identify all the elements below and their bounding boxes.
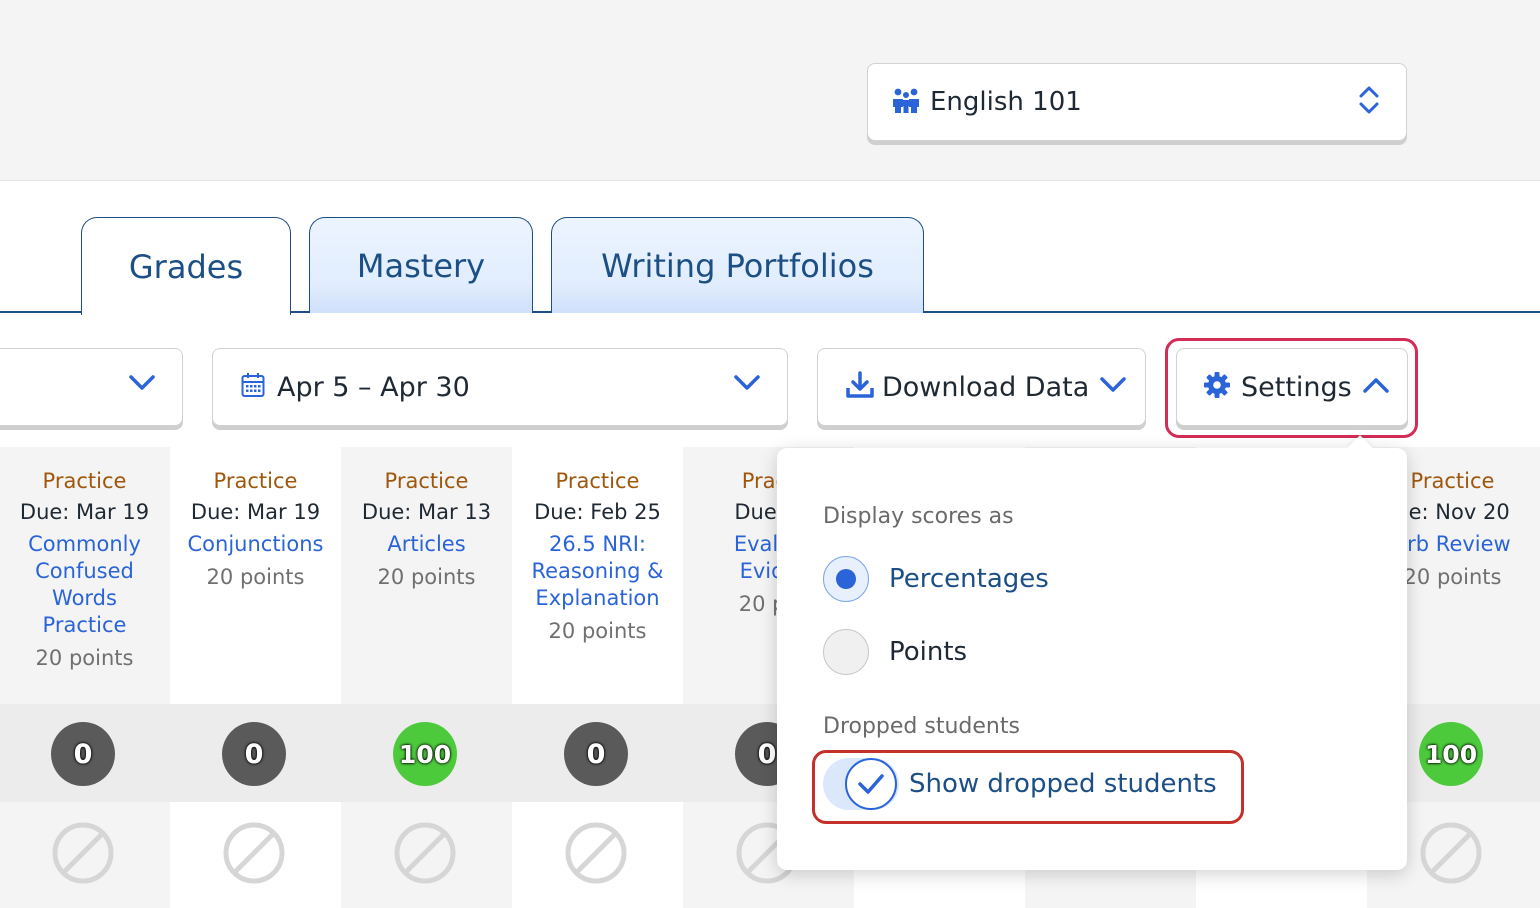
- not-assigned-icon: [51, 821, 115, 885]
- tab-grades[interactable]: Grades: [81, 217, 291, 315]
- score-badge[interactable]: 100: [393, 722, 457, 786]
- assignment-points: 20 points: [548, 619, 647, 643]
- score-badge[interactable]: 0: [222, 722, 286, 786]
- class-group-icon: [892, 87, 920, 117]
- updown-chevron-icon: [1358, 84, 1380, 120]
- score-badge[interactable]: 0: [564, 722, 628, 786]
- display-scores-heading: Display scores as: [823, 504, 1014, 529]
- radio-percentages[interactable]: Percentages: [823, 556, 1049, 602]
- settings-button[interactable]: Settings: [1176, 348, 1408, 426]
- assignment-points: 20 points: [377, 565, 476, 589]
- assignment-due-date: Due: Mar 19: [19, 500, 150, 524]
- radio-label: Points: [889, 637, 968, 667]
- assignment-type: Practice: [213, 469, 298, 493]
- chevron-down-icon: [733, 374, 761, 396]
- calendar-icon: [241, 372, 265, 402]
- toggle-highlight-outline: [812, 750, 1244, 824]
- download-data-button[interactable]: Download Data: [817, 348, 1146, 426]
- chevron-up-icon: [1362, 376, 1390, 398]
- not-assigned-icon: [222, 821, 286, 885]
- chevron-down-icon: [128, 374, 156, 396]
- assignment-points: 20 points: [206, 565, 305, 589]
- chevron-down-icon: [1099, 376, 1127, 398]
- date-range-label: Apr 5 – Apr 30: [277, 371, 470, 403]
- assignment-due-date: Due: Mar 19: [190, 500, 321, 524]
- popover-caret: [1347, 435, 1373, 461]
- assignment-type: Practice: [555, 469, 640, 493]
- gear-icon: [1203, 371, 1231, 403]
- score-badge[interactable]: 0: [51, 722, 115, 786]
- assignment-due-date: Due: Mar 13: [361, 500, 492, 524]
- not-assigned-icon: [1419, 821, 1483, 885]
- assignment-title-link[interactable]: Conjunctions: [170, 531, 341, 558]
- dropped-students-heading: Dropped students: [823, 714, 1020, 739]
- assignment-due-date: Due: Feb 25: [534, 500, 661, 524]
- date-range-dropdown[interactable]: Apr 5 – Apr 30: [212, 348, 788, 426]
- radio-label: Percentages: [889, 564, 1049, 594]
- class-selector[interactable]: English 101: [867, 63, 1407, 141]
- download-data-label: Download Data: [882, 371, 1090, 403]
- class-selector-label: English 101: [930, 87, 1082, 117]
- assignment-title-link[interactable]: 26.5 NRI: Reasoning & Explanation: [512, 531, 683, 612]
- not-assigned-icon: [564, 821, 628, 885]
- settings-label: Settings: [1241, 371, 1352, 403]
- download-icon: [846, 371, 874, 403]
- radio-button-selected[interactable]: [823, 556, 869, 602]
- top-bar: English 101: [0, 0, 1540, 181]
- assignment-type: Practice: [384, 469, 469, 493]
- tab-writing-portfolios[interactable]: Writing Portfolios: [551, 217, 924, 313]
- assignment-title-link[interactable]: Articles: [341, 531, 512, 558]
- assignment-type: Practice: [42, 469, 127, 493]
- radio-button[interactable]: [823, 629, 869, 675]
- radio-points[interactable]: Points: [823, 629, 967, 675]
- filter-dropdown[interactable]: [0, 348, 183, 426]
- score-badge[interactable]: 100: [1419, 722, 1483, 786]
- assignment-points: 20 points: [35, 646, 134, 670]
- tab-mastery[interactable]: Mastery: [309, 217, 533, 313]
- assignment-title-link[interactable]: Commonly Confused Words Practice: [0, 531, 170, 639]
- not-assigned-icon: [393, 821, 457, 885]
